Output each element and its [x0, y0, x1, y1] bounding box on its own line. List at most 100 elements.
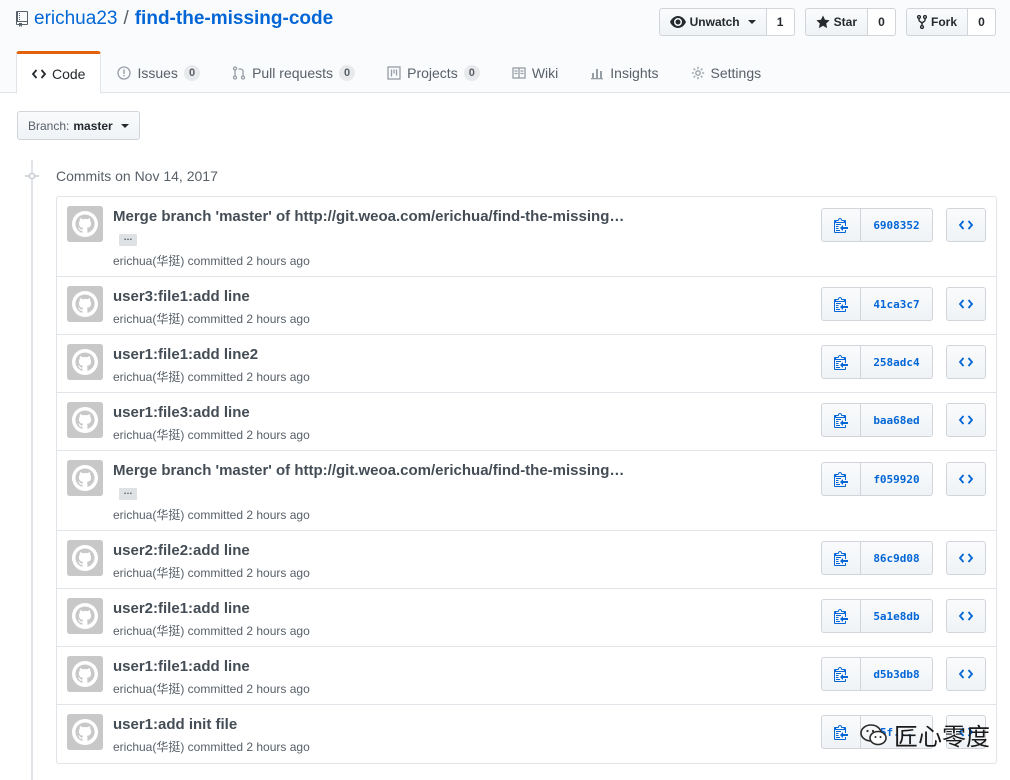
- browse-files-button[interactable]: [946, 541, 986, 575]
- sha-group: 86c9d08: [821, 541, 933, 575]
- copy-sha-button[interactable]: [821, 287, 861, 321]
- commit-sha-link[interactable]: 41ca3c7: [861, 287, 933, 321]
- issue-icon: [117, 66, 132, 80]
- expand-message-button[interactable]: …: [119, 487, 137, 500]
- watermark-text: 匠心零度: [894, 724, 990, 751]
- watchers-count[interactable]: 1: [766, 8, 795, 36]
- browse-files-button[interactable]: [946, 287, 986, 321]
- stargazers-count[interactable]: 0: [867, 8, 896, 36]
- fork-group: Fork 0: [905, 8, 996, 36]
- commit-sha-link[interactable]: 258adc4: [861, 345, 933, 379]
- commit-meta: erichua(华挺) committed 2 hours ago: [113, 566, 310, 580]
- clipboard-icon: [834, 667, 848, 682]
- browse-files-button[interactable]: [946, 657, 986, 691]
- commit-message[interactable]: user1:file3:add line: [113, 404, 250, 421]
- commit-message[interactable]: Merge branch 'master' of http://git.weoa…: [113, 462, 624, 479]
- commit-sha-link[interactable]: d5b3db8: [861, 657, 933, 691]
- tab-projects[interactable]: Projects 0: [371, 51, 496, 93]
- tab-projects-label: Projects: [407, 65, 458, 81]
- commit-message[interactable]: user2:file2:add line: [113, 542, 250, 559]
- commit-message[interactable]: user1:file1:add line2: [113, 346, 258, 363]
- octocat-icon: [67, 598, 103, 634]
- code-icon: [959, 474, 973, 484]
- commit-meta: erichua(华挺) committed 2 hours ago: [113, 312, 310, 326]
- commit-sha-link[interactable]: baa68ed: [861, 403, 933, 437]
- browse-files-button[interactable]: [946, 462, 986, 496]
- avatar[interactable]: [67, 540, 103, 576]
- fork-icon: [916, 15, 927, 29]
- repo-icon: [16, 11, 28, 27]
- copy-sha-button[interactable]: [821, 599, 861, 633]
- tab-wiki[interactable]: Wiki: [496, 51, 574, 93]
- commit-list: Merge branch 'master' of http://git.weoa…: [56, 196, 997, 764]
- octocat-icon: [67, 206, 103, 242]
- path-separator: /: [123, 8, 129, 29]
- eye-icon: [669, 16, 686, 28]
- avatar[interactable]: [67, 714, 103, 750]
- copy-sha-button[interactable]: [821, 541, 861, 575]
- fork-button[interactable]: Fork: [905, 8, 968, 36]
- octocat-icon: [67, 540, 103, 576]
- wechat-icon: [860, 723, 887, 745]
- commit-row: user3:file1:add line erichua(华挺) committe…: [57, 277, 996, 335]
- commit-sha-link[interactable]: 6908352: [861, 208, 933, 242]
- commit-message[interactable]: Merge branch 'master' of http://git.weoa…: [113, 208, 624, 225]
- commit-message[interactable]: user1:file1:add line: [113, 658, 250, 675]
- star-button[interactable]: Star: [804, 8, 868, 36]
- repo-header: erichua23 / find-the-missing-code Unwatc…: [0, 0, 1010, 94]
- tab-projects-count: 0: [463, 65, 480, 81]
- avatar[interactable]: [67, 598, 103, 634]
- tab-insights[interactable]: Insights: [574, 51, 674, 93]
- avatar[interactable]: [67, 402, 103, 438]
- commit-sha-link[interactable]: 86c9d08: [861, 541, 933, 575]
- commit-sha-link[interactable]: 5a1e8db: [861, 599, 933, 633]
- expand-message-button[interactable]: …: [119, 233, 137, 246]
- tab-pull-requests[interactable]: Pull requests 0: [216, 51, 371, 93]
- octocat-icon: [67, 656, 103, 692]
- copy-sha-button[interactable]: [821, 403, 861, 437]
- commits-date-heading: Commits on Nov 14, 2017: [56, 168, 218, 184]
- browse-files-button[interactable]: [946, 208, 986, 242]
- avatar[interactable]: [67, 344, 103, 380]
- sha-group: 6908352: [821, 208, 933, 242]
- browse-files-button[interactable]: [946, 345, 986, 379]
- sha-group: 41ca3c7: [821, 287, 933, 321]
- avatar[interactable]: [67, 286, 103, 322]
- repo-name-link[interactable]: find-the-missing-code: [135, 8, 333, 30]
- commit-row: user1:file1:add line2 erichua(华挺) committ…: [57, 335, 996, 393]
- branch-select-button[interactable]: Branch: master: [17, 111, 140, 140]
- commit-row: Merge branch 'master' of http://git.weoa…: [57, 451, 996, 531]
- forks-count[interactable]: 0: [968, 8, 996, 36]
- commit-row: user1:file3:add line erichua(华挺) committe…: [57, 393, 996, 451]
- copy-sha-button[interactable]: [821, 345, 861, 379]
- commit-message[interactable]: user1:add init file: [113, 716, 237, 733]
- tab-issues[interactable]: Issues 0: [101, 51, 216, 93]
- commit-message[interactable]: user3:file1:add line: [113, 288, 250, 305]
- browse-files-button[interactable]: [946, 403, 986, 437]
- avatar[interactable]: [67, 206, 103, 242]
- commit-row: user1:file1:add line erichua(华挺) committe…: [57, 647, 996, 705]
- avatar[interactable]: [67, 460, 103, 496]
- commit-row: user1:add init file erichua(华挺) committed…: [57, 705, 996, 763]
- code-icon: [959, 553, 973, 563]
- copy-sha-button[interactable]: [821, 657, 861, 691]
- sha-group: f059920: [821, 462, 933, 496]
- code-icon: [959, 220, 973, 230]
- commit-message[interactable]: user2:file1:add line: [113, 600, 250, 617]
- copy-sha-button[interactable]: [821, 462, 861, 496]
- book-icon: [512, 67, 526, 79]
- tab-settings[interactable]: Settings: [675, 51, 778, 93]
- tab-issues-count: 0: [183, 65, 201, 81]
- avatar[interactable]: [67, 656, 103, 692]
- octocat-icon: [67, 402, 103, 438]
- browse-files-button[interactable]: [946, 599, 986, 633]
- commit-meta: erichua(华挺) committed 2 hours ago: [113, 370, 310, 384]
- commit-sha-link[interactable]: f059920: [861, 462, 933, 496]
- unwatch-button[interactable]: Unwatch: [658, 8, 767, 36]
- repo-owner-link[interactable]: erichua23: [34, 8, 117, 30]
- tab-code[interactable]: Code: [16, 51, 102, 94]
- commit-row: user2:file1:add line erichua(华挺) committe…: [57, 589, 996, 647]
- copy-sha-button[interactable]: [821, 208, 861, 242]
- timeline-line: [31, 160, 33, 780]
- copy-sha-button[interactable]: [821, 715, 861, 749]
